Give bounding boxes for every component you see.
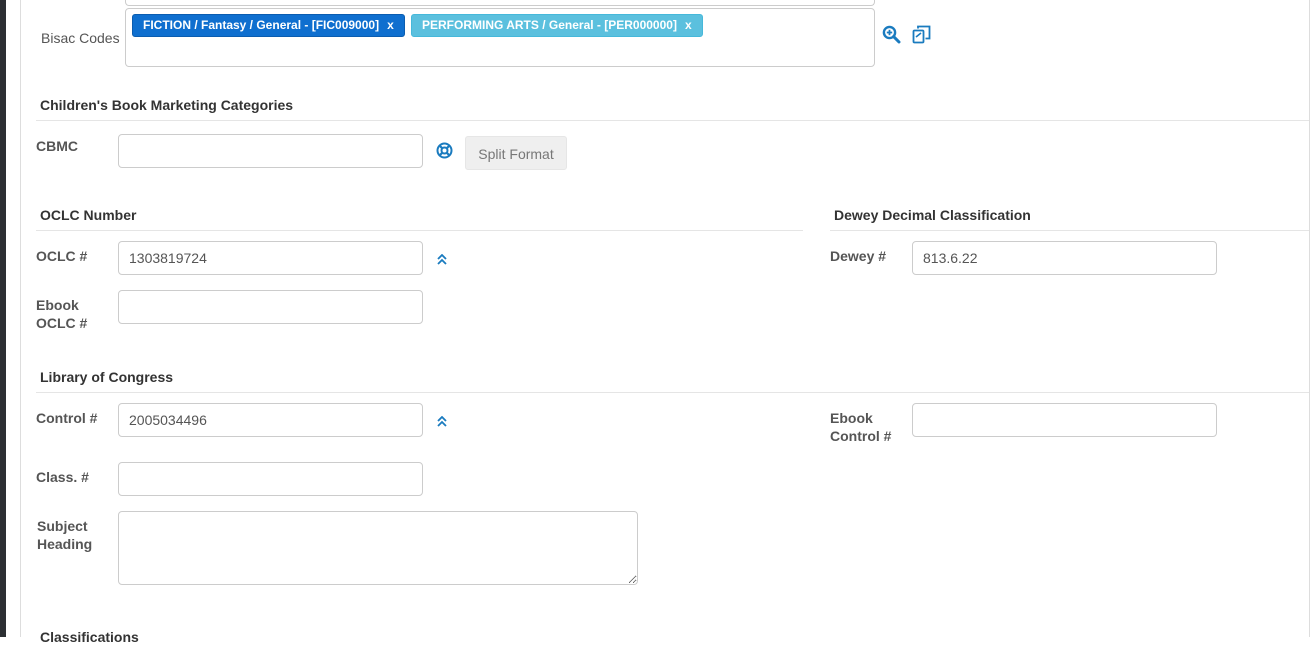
bisac-tag: FICTION / Fantasy / General - [FIC009000… xyxy=(132,14,405,37)
dewey-section-title: Dewey Decimal Classification xyxy=(834,207,1031,223)
bisac-tag: PERFORMING ARTS / General - [PER000000] x xyxy=(411,14,703,37)
bisac-tag-text: FICTION / Fantasy / General - [FIC009000… xyxy=(143,18,380,32)
split-format-button[interactable]: Split Format xyxy=(465,136,567,170)
control-input[interactable] xyxy=(118,403,423,437)
section-divider xyxy=(36,230,803,231)
ebook-oclc-label-line1: Ebook xyxy=(36,297,79,313)
subject-heading-textarea[interactable] xyxy=(118,511,638,585)
oclc-input[interactable] xyxy=(118,241,423,275)
control-label: Control # xyxy=(36,410,98,426)
subject-heading-label-line1: Subject xyxy=(37,518,88,534)
oclc-label: OCLC # xyxy=(36,248,88,264)
left-sidebar-edge xyxy=(0,0,6,637)
classifications-section-title: Classifications xyxy=(40,629,139,645)
class-label: Class. # xyxy=(36,469,89,485)
ebook-control-label: Ebook Control # xyxy=(830,409,891,445)
cbmc-section-title: Children's Book Marketing Categories xyxy=(40,97,294,113)
bisac-tag-input[interactable]: FICTION / Fantasy / General - [FIC009000… xyxy=(125,8,875,67)
zoom-in-icon[interactable] xyxy=(882,25,901,47)
class-input[interactable] xyxy=(118,462,423,496)
cbmc-input[interactable] xyxy=(118,134,423,168)
section-divider xyxy=(830,230,1309,231)
subject-heading-label: Subject Heading xyxy=(37,517,92,553)
double-chevron-up-icon[interactable] xyxy=(437,252,447,268)
loc-section-title: Library of Congress xyxy=(40,369,174,385)
content-right-border xyxy=(1309,0,1310,637)
dewey-input[interactable] xyxy=(912,241,1217,275)
section-divider xyxy=(36,392,1309,393)
copy-icon[interactable] xyxy=(912,25,932,48)
previous-field-bottom xyxy=(125,0,875,6)
cbmc-label: CBMC xyxy=(36,138,78,154)
bisac-label: Bisac Codes xyxy=(41,30,120,46)
oclc-section-title: OCLC Number xyxy=(40,207,137,223)
content-left-border xyxy=(20,0,21,637)
ebook-oclc-input[interactable] xyxy=(118,290,423,324)
ebook-control-label-line1: Ebook xyxy=(830,410,873,426)
ebook-oclc-label: Ebook OCLC # xyxy=(36,296,87,332)
subject-heading-label-line2: Heading xyxy=(37,536,93,552)
double-chevron-up-icon[interactable] xyxy=(437,414,447,430)
dewey-label: Dewey # xyxy=(830,248,887,264)
ebook-control-input[interactable] xyxy=(912,403,1217,437)
tag-remove-icon[interactable]: x xyxy=(685,18,692,32)
bisac-tag-text: PERFORMING ARTS / General - [PER000000] xyxy=(422,18,677,32)
ebook-control-label-line2: Control # xyxy=(830,428,892,444)
ebook-oclc-label-line2: OCLC # xyxy=(36,315,88,331)
lifebuoy-icon[interactable] xyxy=(436,142,453,162)
tag-remove-icon[interactable]: x xyxy=(387,18,394,32)
section-divider xyxy=(36,120,1309,121)
